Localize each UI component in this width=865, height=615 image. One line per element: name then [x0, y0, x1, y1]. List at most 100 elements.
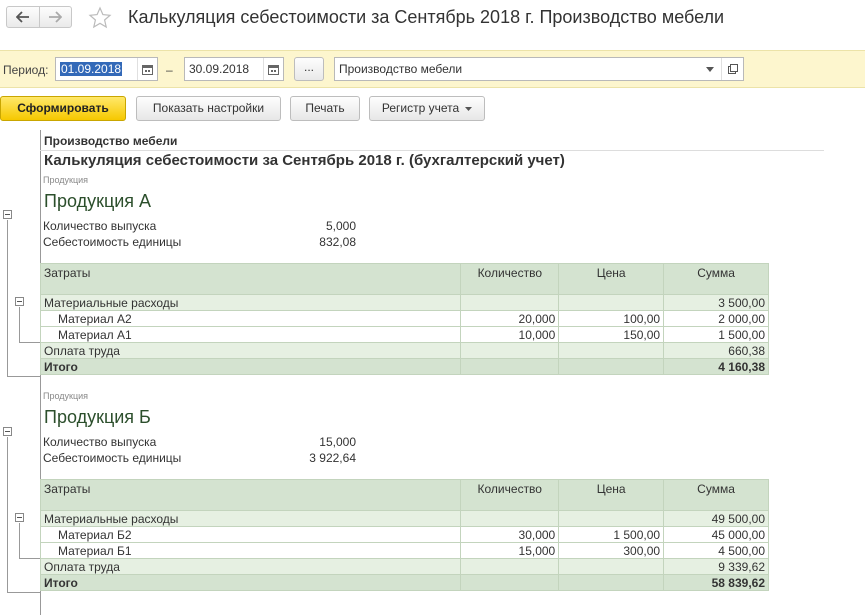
title-bar: Калькуляция себестоимости за Сентябрь 20…: [0, 0, 865, 40]
unit-cost-value: 832,08: [319, 235, 356, 249]
material-sum: 2 000,00: [663, 310, 769, 327]
table-row: Материальные расходы 3 500,00: [39, 294, 769, 311]
column-header: Цена: [558, 479, 665, 511]
group-line: [19, 307, 20, 342]
date-from-calendar-button[interactable]: [137, 58, 157, 80]
material-price: 1 500,00: [558, 526, 665, 543]
table-row: Материал А1 10,000 150,00 1 500,00: [39, 326, 769, 343]
period-label: Период:: [3, 63, 49, 77]
header-separator: [40, 150, 824, 151]
column-header: Затраты: [39, 263, 462, 295]
row-sum: 660,38: [663, 342, 769, 359]
material-qty: 15,000: [460, 542, 560, 559]
report-area: Производство мебели Калькуляция себестои…: [0, 130, 865, 615]
material-qty: 30,000: [460, 526, 560, 543]
table-row: Материал А2 20,000 100,00 2 000,00: [39, 310, 769, 327]
show-settings-button[interactable]: Показать настройки: [136, 96, 281, 121]
table-row: Материал Б2 30,000 1 500,00 45 000,00: [39, 526, 769, 543]
material-price: 150,00: [558, 326, 665, 343]
material-qty: 20,000: [460, 310, 560, 327]
qty-value: 5,000: [325, 219, 356, 233]
material-price: 100,00: [558, 310, 665, 327]
arrow-left-icon: [15, 11, 29, 23]
group-line: [7, 592, 40, 593]
table-header-row: Затраты Количество Цена Сумма: [39, 479, 769, 511]
column-header: Цена: [558, 263, 665, 295]
period-select-button[interactable]: ...: [294, 57, 324, 81]
material-name: Материал А1: [39, 326, 462, 343]
date-to-calendar-button[interactable]: [263, 58, 283, 80]
chevron-down-icon: [706, 66, 714, 72]
organization-value: Производство мебели: [339, 62, 463, 76]
generate-button[interactable]: Сформировать: [0, 96, 126, 121]
qty-value: 15,000: [319, 435, 356, 449]
material-qty: 10,000: [460, 326, 560, 343]
unit-cost-label: Себестоимость единицы: [43, 451, 182, 465]
nav-buttons: [6, 6, 72, 28]
collapse-product-b-icon[interactable]: [3, 427, 12, 436]
row-sum: 9 339,62: [663, 558, 769, 575]
table-row: Материал Б1 15,000 300,00 4 500,00: [39, 542, 769, 559]
collapse-materials-a-icon[interactable]: [15, 297, 24, 306]
collapse-materials-b-icon[interactable]: [15, 513, 24, 522]
product-name: Продукция А: [44, 191, 152, 211]
total-sum: 4 160,38: [663, 358, 769, 375]
register-button-label: Регистр учета: [381, 101, 460, 115]
group-line: [19, 523, 20, 558]
product-caption: Продукция: [43, 391, 89, 401]
unit-cost-label: Себестоимость единицы: [43, 235, 182, 249]
product-name: Продукция Б: [44, 407, 151, 427]
column-header: Сумма: [663, 263, 769, 295]
product-caption: Продукция: [43, 175, 89, 185]
group-line: [19, 558, 40, 559]
favorite-star-icon[interactable]: [88, 6, 112, 30]
organization-dropdown-button[interactable]: [699, 58, 721, 80]
total-label: Итого: [39, 574, 462, 591]
column-header: Количество: [460, 479, 560, 511]
parameter-bar: Период: 01.09.2018 – 30.09.2018 ... Прои…: [0, 50, 865, 88]
cost-table-a: Затраты Количество Цена Сумма Материальн…: [39, 263, 769, 375]
organization-open-button[interactable]: [721, 58, 743, 80]
total-sum: 58 839,62: [663, 574, 769, 591]
group-line: [7, 437, 8, 592]
material-name: Материал А2: [39, 310, 462, 327]
print-button[interactable]: Печать: [290, 96, 360, 121]
material-sum: 1 500,00: [663, 326, 769, 343]
total-label: Итого: [39, 358, 462, 375]
window-title: Калькуляция себестоимости за Сентябрь 20…: [128, 7, 725, 27]
column-header: Затраты: [39, 479, 462, 511]
group-line: [19, 342, 40, 343]
column-header: Количество: [460, 263, 560, 295]
calendar-icon: [268, 64, 279, 75]
qty-label: Количество выпуска: [43, 219, 157, 233]
material-sum: 45 000,00: [663, 526, 769, 543]
register-button[interactable]: Регистр учета: [369, 96, 485, 121]
table-row: Оплата труда 660,38: [39, 342, 769, 359]
date-to-field[interactable]: 30.09.2018: [184, 57, 284, 81]
material-price: 300,00: [558, 542, 665, 559]
material-name: Материал Б2: [39, 526, 462, 543]
group-line: [7, 376, 40, 377]
table-row: Материальные расходы 49 500,00: [39, 510, 769, 527]
unit-cost-value: 3 922,64: [309, 451, 356, 465]
open-window-icon: [727, 64, 738, 74]
table-header-row: Затраты Количество Цена Сумма: [39, 263, 769, 295]
forward-button[interactable]: [38, 7, 71, 27]
material-sum: 4 500,00: [663, 542, 769, 559]
table-total-row: Итого 4 160,38: [39, 358, 769, 375]
row-label: Оплата труда: [39, 342, 462, 359]
material-name: Материал Б1: [39, 542, 462, 559]
arrow-right-icon: [49, 11, 63, 23]
toolbar: Сформировать Показать настройки Печать Р…: [0, 96, 865, 122]
organization-field[interactable]: Производство мебели: [334, 57, 744, 81]
row-sum: 3 500,00: [663, 294, 769, 311]
date-from-field[interactable]: 01.09.2018: [55, 57, 158, 81]
back-button[interactable]: [7, 7, 39, 27]
table-total-row: Итого 58 839,62: [39, 574, 769, 591]
qty-label: Количество выпуска: [43, 435, 157, 449]
row-sum: 49 500,00: [663, 510, 769, 527]
table-row: Оплата труда 9 339,62: [39, 558, 769, 575]
row-label: Оплата труда: [39, 558, 462, 575]
collapse-product-a-icon[interactable]: [3, 210, 12, 219]
chevron-down-icon: [465, 106, 473, 111]
